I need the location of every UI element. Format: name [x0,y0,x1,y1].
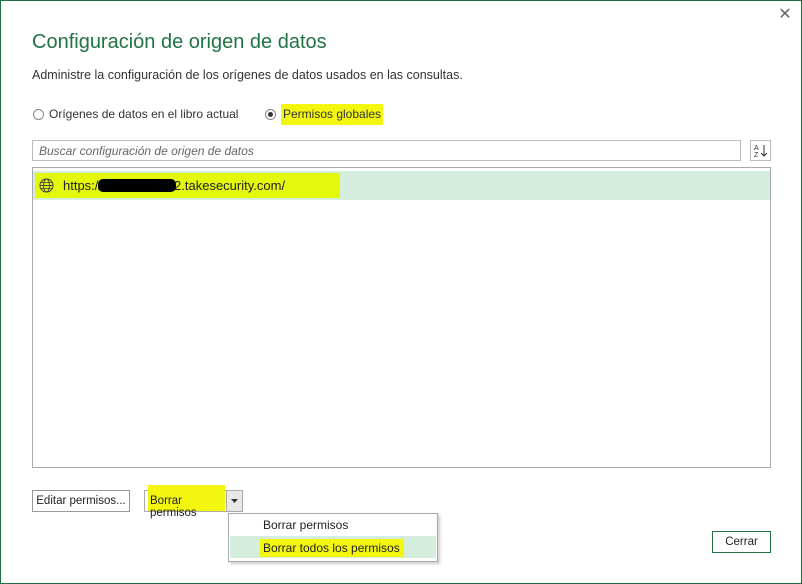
svg-text:Z: Z [754,152,759,158]
radio-global-permissions[interactable]: Permisos globales [265,103,384,125]
url-prefix: https:// [63,178,103,193]
sort-button[interactable]: A Z [750,140,771,161]
radio-global-permissions-label: Permisos globales [281,103,384,125]
radio-global-permissions-indicator[interactable] [265,108,276,120]
data-source-list: https:// 2.takesecurity.com/ [32,167,771,468]
clear-permissions-dropdown-button[interactable] [226,490,243,512]
data-source-settings-dialog: ✕ Configuración de origen de datos Admin… [0,0,802,584]
globe-icon [39,178,54,193]
url-suffix: 2.takesecurity.com/ [174,178,286,193]
search-input[interactable]: Buscar configuración de origen de datos [32,140,741,161]
menu-item-clear-all-permissions[interactable]: Borrar todos los permisos [263,541,400,555]
clear-permissions-button[interactable]: Borrar permisos [144,485,226,519]
dialog-title: Configuración de origen de datos [32,31,327,53]
clear-permissions-menu: Borrar permisos Borrar todos los permiso… [228,513,438,562]
close-icon[interactable]: ✕ [775,5,795,25]
close-button[interactable]: Cerrar [712,531,771,553]
edit-permissions-button[interactable]: Editar permisos... [32,490,130,512]
radio-current-workbook-label: Orígenes de datos en el libro actual [49,107,239,121]
list-item[interactable]: https:// 2.takesecurity.com/ [33,171,770,200]
redacted-text [98,179,177,192]
sort-az-icon: A Z [754,145,768,158]
radio-current-workbook[interactable]: Orígenes de datos en el libro actual [33,105,238,123]
chevron-down-icon [231,499,238,503]
clear-permissions-label: Borrar permisos [150,495,197,519]
menu-item-clear-permissions[interactable]: Borrar permisos [263,518,348,532]
radio-current-workbook-indicator[interactable] [33,108,44,120]
dialog-description: Administre la configuración de los oríge… [32,68,463,82]
svg-text:A: A [754,145,759,152]
data-source-url: https:// 2.takesecurity.com/ [63,178,285,193]
